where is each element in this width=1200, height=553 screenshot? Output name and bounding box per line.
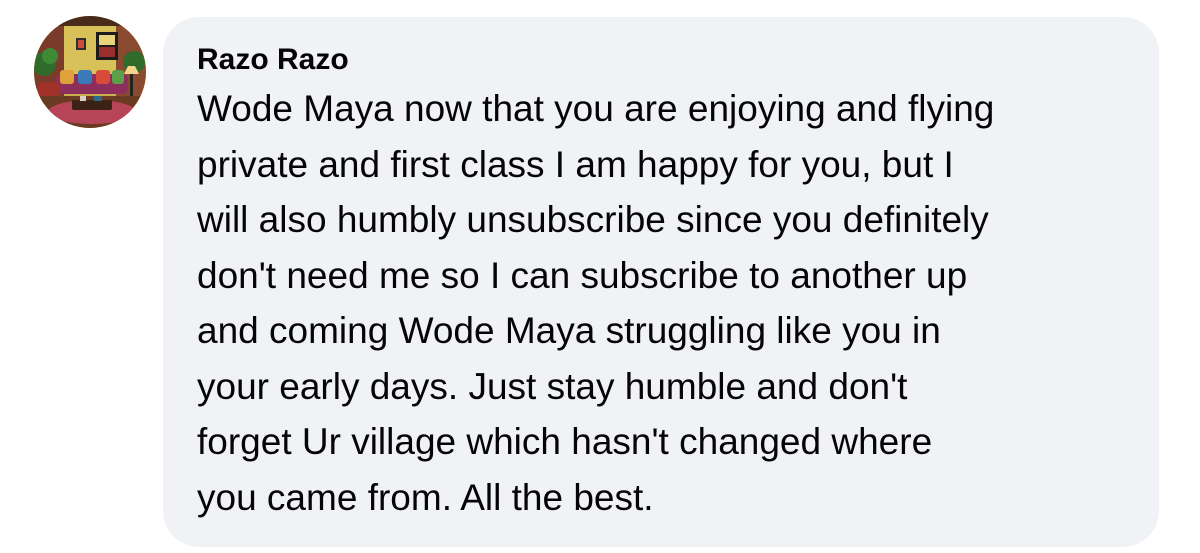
- avatar-photo-icon: [34, 16, 146, 128]
- comment-text: Wode Maya now that you are enjoying and …: [197, 88, 995, 518]
- comment-bubble: Razo Razo Wode Maya now that you are enj…: [163, 17, 1159, 547]
- avatar[interactable]: [34, 16, 146, 128]
- comment-container: Razo Razo Wode Maya now that you are enj…: [0, 0, 1200, 553]
- comment-author-name[interactable]: Razo Razo: [197, 41, 1129, 79]
